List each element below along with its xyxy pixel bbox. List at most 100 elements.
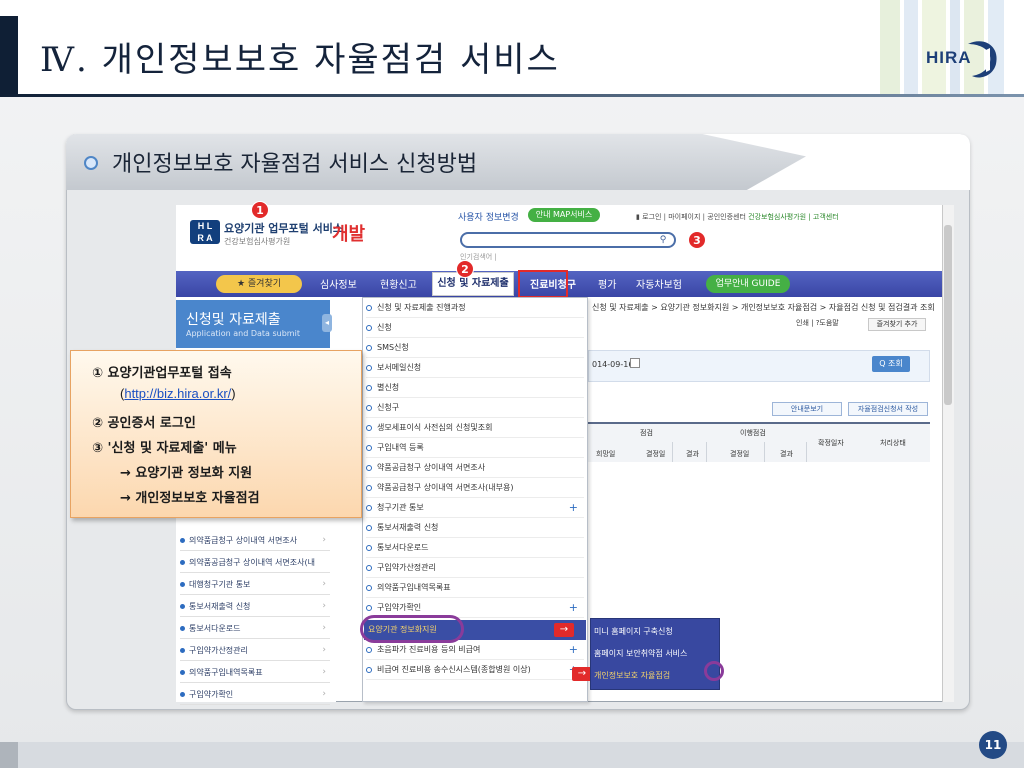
portal-brand-subtitle: 건강보험심사평가원 [224, 237, 291, 246]
red-arrow-icon: → [572, 667, 592, 681]
submenu-item-privacy-check[interactable]: 개인정보보호 자율점검 [594, 670, 670, 681]
slide: Ⅳ. 개인정보보호 자율점검 서비스 HIRA 개인정보보호 자율점검 서비스 … [0, 0, 1024, 768]
highlight-oval [704, 661, 724, 681]
portal-url-link[interactable]: http://biz.hira.or.kr/ [124, 386, 231, 401]
top-links: ▮ 로그인 | 마이페이지 | 공인인증센터 건강보험심사평가원 | 고객센터 [636, 213, 839, 221]
dropdown-item[interactable]: 초음파가 진료비용 등의 비급여 + [366, 640, 584, 660]
table-divider [806, 442, 807, 462]
dropdown-item[interactable]: 신청 및 자료제출 진행과정 [366, 298, 584, 318]
table-header-status: 처리상태 [880, 439, 906, 447]
calendar-icon[interactable] [630, 358, 640, 368]
dev-label: 개발 [332, 224, 366, 245]
submenu-item-security-scan[interactable]: 홈페이지 보안취약점 서비스 [594, 648, 687, 659]
left-item[interactable]: 의약품구입내역목록표 › [180, 662, 330, 683]
dropdown-item[interactable]: 청구기관 통보 + [366, 498, 584, 518]
date-field[interactable]: 014-09-16 [592, 360, 633, 369]
table-divider [672, 442, 673, 462]
slide-title: Ⅳ. 개인정보보호 자율점검 서비스 [40, 40, 560, 80]
map-service-button[interactable]: 안내 MAP서비스 [528, 208, 600, 222]
section-title: 개인정보보호 자율점검 서비스 신청방법 [112, 152, 478, 177]
dropdown-item[interactable]: 통보서재출력 신청 [366, 518, 584, 538]
left-item[interactable]: 통보서재출력 신청 › [180, 596, 330, 617]
step-badge-3: 3 [688, 231, 706, 249]
title-accent [0, 16, 18, 96]
user-icon: ▮ [636, 213, 640, 221]
callout-step-1: ① 요양기관업무포털 접속 [92, 366, 232, 381]
mypage-link[interactable]: 마이페이지 [668, 213, 700, 221]
login-link[interactable]: 로그인 [642, 213, 661, 221]
logo-swoosh-icon [968, 41, 997, 78]
table-subheader: 결과 [780, 450, 793, 458]
guide-button[interactable]: 업무안내 GUIDE [706, 275, 790, 293]
table-divider [764, 442, 765, 462]
decor-strip [904, 0, 918, 96]
table-divider [706, 442, 707, 462]
dropdown-item[interactable]: 신청구 [366, 398, 584, 418]
nav-item-status-report[interactable]: 현황신고 [380, 276, 417, 291]
nav-item-evaluation[interactable]: 평가 [598, 276, 616, 291]
left-item[interactable]: 의약품공급청구 상이내역 서면조사(내 [180, 552, 330, 573]
left-panel-title: 신청및 자료제출 [186, 312, 281, 328]
search-icon[interactable]: ⚲ [656, 234, 670, 246]
breadcrumb: 신청 및 자료제출 > 요양기관 정보화지원 > 개인정보보호 자율점검 > 자… [592, 303, 935, 312]
bottom-bar [0, 742, 1024, 768]
dropdown-item[interactable]: 보서메일신청 [366, 358, 584, 378]
scrollbar-thumb[interactable] [944, 225, 952, 405]
guide-view-button[interactable]: 안내문보기 [772, 402, 842, 416]
page-number: 11 [979, 731, 1007, 759]
cert-center-link[interactable]: 공인인증센터 [707, 213, 746, 221]
hira-logo: HIRA [926, 36, 1002, 80]
title-underline [0, 94, 1024, 97]
dropdown-item[interactable]: SMS신청 [366, 338, 584, 358]
table-subheader: 결정일 [646, 450, 666, 458]
dropdown-item[interactable]: 구입내역 등록 [366, 438, 584, 458]
expand-icon: + [568, 601, 578, 614]
left-item[interactable]: 대행청구기관 통보 › [180, 574, 330, 595]
apply-form-button[interactable]: 자율점검신청서 작성 [848, 402, 928, 416]
dropdown-item[interactable]: 구입약가산정관리 [366, 558, 584, 578]
portal-brand-title[interactable]: 요양기관 업무포털 서비스 [224, 220, 343, 236]
dropdown-item[interactable]: 약품공급청구 상이내역 서면조사(내부용) [366, 478, 584, 498]
section-bullet-icon [84, 156, 98, 170]
submenu-item-mini-homepage[interactable]: 미니 홈페이지 구축신청 [594, 626, 673, 637]
user-info-button[interactable]: 사용자 정보변경 [458, 210, 519, 223]
print-help-links[interactable]: 인쇄 | ?도움말 [796, 318, 839, 328]
dropdown-item[interactable]: 별신청 [366, 378, 584, 398]
left-item[interactable]: 통보서다운로드 › [180, 618, 330, 639]
highlight-oval [360, 615, 464, 643]
expand-icon: + [568, 643, 578, 656]
decor-strip [880, 0, 900, 96]
table-header-followup: 이행점검 [740, 429, 766, 437]
nav-item-review-info[interactable]: 심사정보 [320, 276, 357, 291]
bottom-accent [0, 742, 18, 768]
callout-url-line: (http://biz.hira.or.kr/) [120, 386, 236, 401]
table-subheader: 희망일 [596, 450, 616, 458]
callout-substep-1: → 요양기관 정보화 지원 [120, 466, 253, 481]
nav-item-auto-insurance[interactable]: 자동차보험 [636, 276, 682, 291]
add-favorite-button[interactable]: 즐겨찾기 추가 [868, 318, 926, 331]
dropdown-item[interactable]: 생모세표이식 사전심의 신청및조회 [366, 418, 584, 438]
left-item[interactable]: 의약품급청구 상이내역 서면조사 › [180, 530, 330, 551]
dropdown-item[interactable]: 신청 [366, 318, 584, 338]
dropdown-item[interactable]: 비급여 진료비용 송수신시스템(종합병원 이상)+ [366, 660, 584, 680]
favorites-button[interactable]: ★ 즐겨찾기 [216, 275, 302, 293]
dropdown-item[interactable]: 약품공급청구 상이내역 서면조사 [366, 458, 584, 478]
portal-logo: H L R A [190, 220, 220, 244]
dropdown-item[interactable]: 의약품구입내역목록표 [366, 578, 584, 598]
table-header-confirm-date: 확정일자 [818, 439, 844, 447]
table-header-inspection: 점검 [640, 429, 653, 437]
left-item[interactable]: 구입약가산정관리 › [180, 640, 330, 661]
table-subheader: 결정일 [730, 450, 750, 458]
query-button[interactable]: Q 조회 [872, 356, 910, 372]
search-input[interactable] [460, 232, 676, 248]
left-item[interactable]: 구입약가확인 › [180, 684, 330, 705]
nav-item-application[interactable]: 신청 및 자료제출 [432, 272, 514, 296]
red-arrow-icon: → [554, 623, 574, 637]
highlight-box [518, 270, 568, 298]
hira-customer-links[interactable]: 건강보험심사평가원 | 고객센터 [748, 213, 839, 221]
step-badge-2: 2 [456, 260, 474, 278]
dropdown-item[interactable]: 통보서다운로드 [366, 538, 584, 558]
callout-substep-2: → 개인정보보호 자율점검 [120, 491, 260, 506]
callout-step-2: ② 공인증서 로그인 [92, 416, 196, 431]
collapse-icon[interactable]: ◂ [322, 314, 332, 332]
